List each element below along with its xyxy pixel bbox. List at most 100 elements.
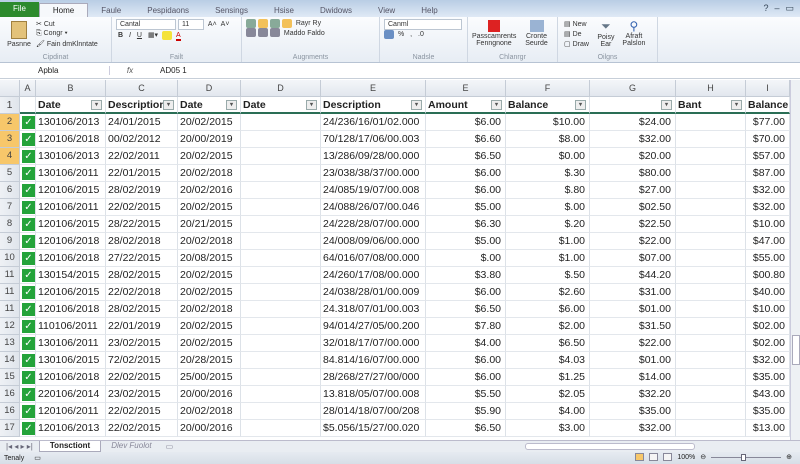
cell[interactable]: $6.00 — [426, 182, 506, 199]
cell[interactable]: $31.00 — [590, 284, 676, 301]
cell[interactable]: 120106/2018 — [36, 250, 106, 267]
cell[interactable]: 20/00/2016 — [178, 386, 241, 403]
cell[interactable]: $14.00 — [590, 369, 676, 386]
cell[interactable] — [241, 335, 321, 352]
cell[interactable]: $0.00 — [506, 148, 590, 165]
cell[interactable]: $77.00 — [746, 114, 790, 131]
cell[interactable]: $.30 — [506, 165, 590, 182]
checkbox-cell[interactable]: ✓ — [20, 114, 36, 131]
minimize-icon[interactable]: – — [774, 3, 779, 14]
font-size-select[interactable]: 11 — [177, 19, 204, 30]
cell[interactable]: 120106/2011 — [36, 403, 106, 420]
cell[interactable]: $5.50 — [426, 386, 506, 403]
vertical-scrollbar[interactable] — [790, 80, 800, 440]
merge-button[interactable]: Maddo Faldo — [284, 30, 325, 37]
cell[interactable] — [676, 148, 746, 165]
checkmark-icon[interactable]: ✓ — [22, 218, 35, 231]
filter-dropdown-icon[interactable]: ▾ — [731, 100, 742, 110]
cell[interactable]: $32.00 — [590, 420, 676, 437]
borders-button[interactable]: ▦▾ — [148, 31, 158, 39]
cell[interactable]: $2.05 — [506, 386, 590, 403]
filter-dropdown-icon[interactable]: ▾ — [661, 100, 672, 110]
sheet-nav-arrows[interactable]: |◂ ◂ ▸ ▸| — [0, 442, 39, 451]
paste-button[interactable]: Pasnne — [4, 19, 34, 49]
cell[interactable]: 20/28/2015 — [178, 352, 241, 369]
column-header[interactable]: E — [321, 80, 426, 97]
row-header[interactable]: 13 — [0, 335, 20, 352]
cell[interactable] — [676, 403, 746, 420]
cell[interactable] — [676, 250, 746, 267]
row-header[interactable]: 1 — [0, 97, 20, 114]
checkbox-cell[interactable]: ✓ — [20, 318, 36, 335]
ribbon-tab-view[interactable]: View — [365, 4, 408, 17]
cell[interactable]: 20/00/2016 — [178, 420, 241, 437]
row-header[interactable]: 17 — [0, 420, 20, 437]
cell[interactable]: 120106/2015 — [36, 182, 106, 199]
cell[interactable] — [241, 216, 321, 233]
ribbon-tab-home[interactable]: Home — [38, 3, 89, 17]
cell[interactable]: $20.00 — [590, 148, 676, 165]
cell[interactable]: $6.50 — [506, 335, 590, 352]
cell[interactable]: $07.00 — [590, 250, 676, 267]
row-header[interactable]: 12 — [0, 318, 20, 335]
cell[interactable] — [676, 267, 746, 284]
cell[interactable]: 22/02/2015 — [106, 403, 178, 420]
checkmark-icon[interactable]: ✓ — [22, 320, 35, 333]
row-header[interactable]: 15 — [0, 369, 20, 386]
cell[interactable] — [676, 182, 746, 199]
cell[interactable]: $6.00 — [426, 114, 506, 131]
column-header[interactable]: F — [506, 80, 590, 97]
font-color-button[interactable]: A — [175, 32, 181, 41]
cell[interactable]: $6.00 — [426, 165, 506, 182]
checkmark-icon[interactable]: ✓ — [22, 303, 35, 316]
cell[interactable] — [676, 318, 746, 335]
scroll-thumb[interactable] — [792, 335, 800, 365]
cell[interactable]: 28/02/2015 — [106, 267, 178, 284]
row-header[interactable]: 8 — [0, 216, 20, 233]
checkmark-icon[interactable]: ✓ — [22, 133, 35, 146]
cell[interactable]: $40.00 — [746, 284, 790, 301]
cell[interactable] — [241, 301, 321, 318]
row-header[interactable]: 7 — [0, 199, 20, 216]
cell[interactable]: 13/286/09/28/00.000 — [321, 148, 426, 165]
column-header[interactable]: A — [20, 80, 36, 97]
cell[interactable]: $70.00 — [746, 131, 790, 148]
checkmark-icon[interactable]: ✓ — [22, 422, 35, 435]
cell[interactable]: 24/008/09/06/00.000 — [321, 233, 426, 250]
cell[interactable] — [241, 165, 321, 182]
cell[interactable]: 110106/2011 — [36, 318, 106, 335]
cell[interactable]: 28/268/27/27/00/000 — [321, 369, 426, 386]
cell[interactable]: $4.00 — [506, 403, 590, 420]
zoom-out-button[interactable]: ⊖ — [700, 453, 706, 461]
checkmark-icon[interactable]: ✓ — [22, 167, 35, 180]
column-header[interactable]: E — [426, 80, 506, 97]
row-header[interactable]: 5 — [0, 165, 20, 182]
cut-button[interactable]: ✂ Cut — [36, 20, 55, 28]
checkbox-cell[interactable]: ✓ — [20, 352, 36, 369]
cell[interactable]: 130106/2013 — [36, 114, 106, 131]
cell[interactable]: $10.00 — [506, 114, 590, 131]
cell[interactable]: 120106/2015 — [36, 284, 106, 301]
cell[interactable]: $32.20 — [590, 386, 676, 403]
cell[interactable]: 24/088/26/07/00.046 — [321, 199, 426, 216]
align-right-icon[interactable] — [269, 28, 280, 38]
cell[interactable]: $57.00 — [746, 148, 790, 165]
cell[interactable]: $8.00 — [506, 131, 590, 148]
cell[interactable]: $22.00 — [590, 335, 676, 352]
bold-button[interactable]: B — [118, 32, 123, 39]
cell[interactable]: 20/02/2015 — [178, 114, 241, 131]
cell[interactable] — [241, 114, 321, 131]
checkmark-icon[interactable]: ✓ — [22, 388, 35, 401]
align-center-icon[interactable] — [257, 28, 268, 38]
cell[interactable]: 130106/2011 — [36, 165, 106, 182]
cell[interactable]: $22.50 — [590, 216, 676, 233]
cell[interactable]: 20/02/2015 — [178, 148, 241, 165]
cell[interactable]: 20/02/2018 — [178, 301, 241, 318]
filter-dropdown-icon[interactable]: ▾ — [306, 100, 317, 110]
cell[interactable] — [676, 335, 746, 352]
checkmark-icon[interactable]: ✓ — [22, 405, 35, 418]
cell[interactable]: 84.814/16/07/00.000 — [321, 352, 426, 369]
page-break-button[interactable] — [663, 453, 673, 461]
cell[interactable] — [676, 369, 746, 386]
cell[interactable]: 24/085/19/07/00.008 — [321, 182, 426, 199]
